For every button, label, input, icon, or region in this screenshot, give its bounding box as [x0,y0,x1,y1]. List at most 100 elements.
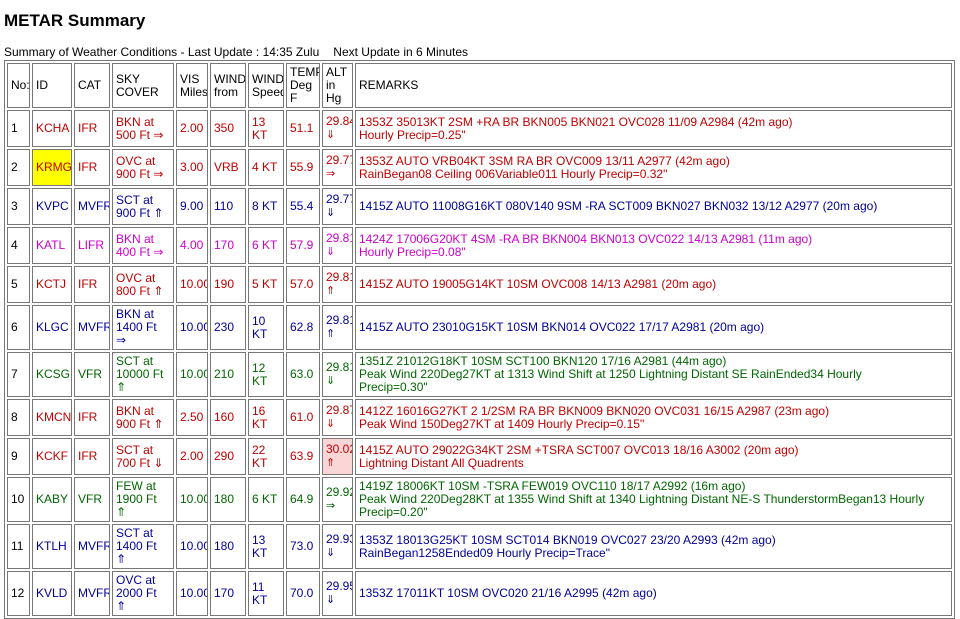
temperature: 70.0 [286,571,320,616]
column-header-vis: VIS Miles [176,63,208,108]
altimeter: 29.77⇓ [322,188,353,225]
wind-speed: 6 KT [248,477,284,522]
altimeter: 29.81⇑ [322,305,353,350]
table-row: 7 KCSG VFR SCT at 10000 Ft ⇑ 10.00 210 12 KT 63.… [7,352,952,397]
column-header-line: WIND [252,71,284,86]
table-row: 11 KTLH MVFR SCT at 1400 Ft ⇑ 10.00 180 13 KT 73… [7,524,952,569]
wind-direction: 230 [210,305,246,350]
wind-speed: 16 KT [248,399,284,436]
pressure-trend-arrow-icon: ⇓ [326,246,336,258]
row-number: 9 [7,438,30,475]
sky-cover: FEW at 1900 Ft ⇑ [112,477,174,522]
temperature: 55.4 [286,188,320,225]
altimeter-value: 29.84 [326,114,352,128]
wind-direction: 210 [210,352,246,397]
sky-cover: SCT at 1400 Ft ⇑ [112,524,174,569]
page-title: METAR Summary [4,11,146,30]
sky-cover: SCT at 700 Ft ⇓ [112,438,174,475]
flight-category: IFR [74,149,110,186]
sky-cover-line: 400 Ft ⇒ [116,244,164,259]
sky-cover: BKN at 400 Ft ⇒ [112,227,174,264]
row-number: 4 [7,227,30,264]
altimeter-value: 30.02 [326,442,352,456]
temperature: 64.9 [286,477,320,522]
remarks-line: 1353Z AUTO VRB04KT 3SM RA BR OVC009 13/1… [359,153,730,168]
pressure-trend-arrow-icon: ⇑ [326,285,336,297]
row-number: 12 [7,571,30,616]
station-id: KVLD [32,571,72,616]
column-header-line: in Hg [326,78,342,105]
wind-speed: 12 KT [248,352,284,397]
altimeter-value: 29.77 [326,192,352,206]
sky-cover: BKN at 900 Ft ⇑ [112,399,174,436]
sky-cover: BKN at 500 Ft ⇒ [112,110,174,147]
sky-cover-line: 900 Ft ⇑ [116,416,164,431]
row-number: 3 [7,188,30,225]
flight-category: VFR [74,352,110,397]
column-header-line: CAT [78,78,102,92]
temperature: 62.8 [286,305,320,350]
visibility: 2.00 [176,438,208,475]
station-id: KATL [32,227,72,264]
column-header-line: WIND [214,71,246,86]
temperature: 57.9 [286,227,320,264]
flight-category: IFR [74,110,110,147]
flight-category: IFR [74,266,110,303]
flight-category: LIFR [74,227,110,264]
table-row: 6 KLGC MVFR BKN at 1400 Ft ⇒ 10.00 230 10 KT 62.… [7,305,952,350]
wind-speed: 10 KT [248,305,284,350]
wind-direction: 160 [210,399,246,436]
altimeter-value: 29.81 [326,360,352,374]
sky-cover-line: OVC at [116,270,156,285]
visibility: 9.00 [176,188,208,225]
flight-category: VFR [74,477,110,522]
altimeter-value: 29.87 [326,403,352,417]
pressure-trend-arrow-icon: ⇒ [326,500,336,512]
remarks: 1415Z AUTO 23010G15KT 10SM BKN014 OVC022… [355,305,952,350]
remarks-line: 1412Z 16016G27KT 2 1/2SM RA BR BKN009 BK… [359,403,830,418]
altimeter: 29.95⇓ [322,571,353,616]
sky-cover-line: OVC at [116,153,156,168]
sky-cover-line: 10000 Ft ⇑ [116,367,164,394]
visibility: 10.00 [176,524,208,569]
column-header-line: ID [36,78,48,92]
last-update-text: Summary of Weather Conditions - Last Upd… [4,45,320,59]
station-id: KTLH [32,524,72,569]
column-header-line: No: [11,78,30,92]
wind-speed: 13 KT [248,110,284,147]
wind-direction: VRB [210,149,246,186]
station-id: KCHA [32,110,72,147]
row-number: 1 [7,110,30,147]
remarks: 1353Z 18013G25KT 10SM SCT014 BKN019 OVC0… [355,524,952,569]
station-id: KMCN [32,399,72,436]
remarks-line: 1353Z 35013KT 2SM +RA BR BKN005 BKN021 O… [359,114,793,129]
column-header-id: ID [32,63,72,108]
wind-direction: 170 [210,571,246,616]
column-header-line: Miles [180,84,208,99]
column-header-cat: CAT [74,63,110,108]
table-row: 5 KCTJ IFR OVC at 800 Ft ⇑ 10.00 190 5 KT 57.0 29… [7,266,952,303]
table-header-row: No: ID CAT SKY COVER VIS Miles WIND from WIND Spee… [7,63,952,108]
sky-cover: BKN at 1400 Ft ⇒ [112,305,174,350]
column-header-wind-speed: WIND Speed [248,63,284,108]
wind-speed: 22 KT [248,438,284,475]
remarks-line: Peak Wind 220Deg28KT at 1355 Wind Shift … [359,492,925,506]
column-header-line: VIS [180,71,200,86]
remarks-line: Hourly Precip=0.08" [359,244,466,259]
sky-cover: SCT at 900 Ft ⇑ [112,188,174,225]
next-update-text: Next Update in 6 Minutes [333,45,469,59]
sky-cover-line: 700 Ft ⇓ [116,455,164,470]
wind-speed: 8 KT [248,188,284,225]
pressure-trend-arrow-icon: ⇓ [326,375,336,387]
pressure-trend-arrow-icon: ⇓ [326,129,336,141]
remarks-line: 1353Z 18013G25KT 10SM SCT014 BKN019 OVC0… [359,532,776,547]
sky-cover-line: SCT at [116,192,154,207]
wind-direction: 190 [210,266,246,303]
visibility: 10.00 [176,477,208,522]
column-header-line: TEMP [290,65,319,79]
station-id: KCSG [32,352,72,397]
sky-cover-line: 900 Ft ⇒ [116,166,164,181]
altimeter: 29.81⇓ [322,352,353,397]
altimeter: 29.92⇒ [322,477,353,522]
remarks: 1419Z 18006KT 10SM -TSRA FEW019 OVC110 1… [355,477,952,522]
